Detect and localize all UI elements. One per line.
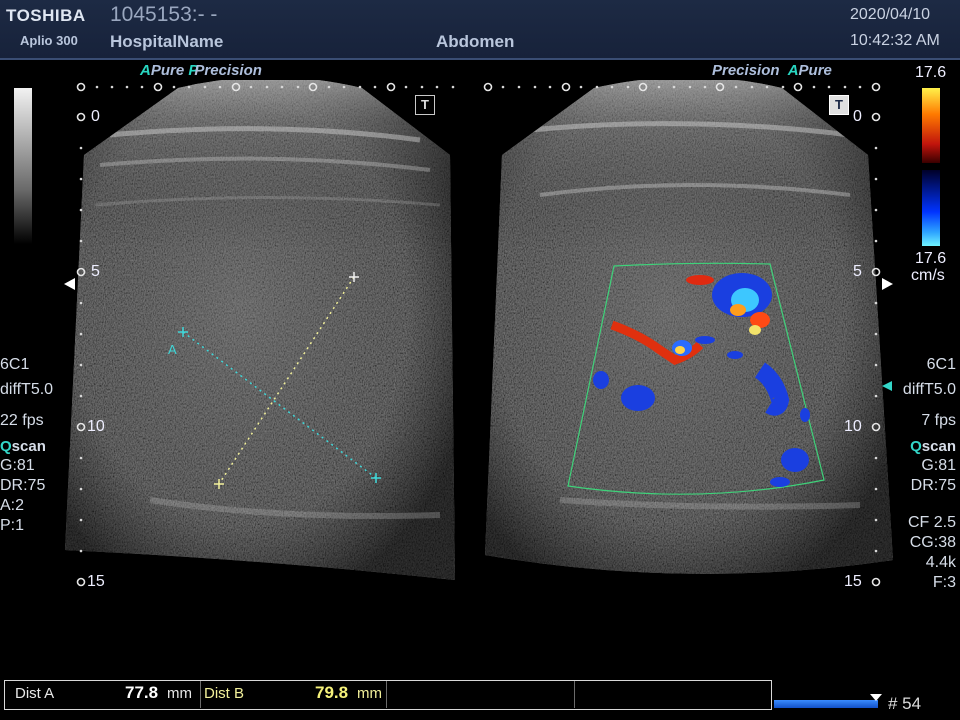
- color-scale-negative: [922, 170, 940, 246]
- left-fps: 22 fps: [0, 412, 44, 429]
- system-model: Aplio 300: [20, 33, 78, 48]
- exam-type: Abdomen: [436, 32, 515, 51]
- measurement-bar: Dist A 77.8 mm Dist B 79.8 mm: [4, 680, 772, 710]
- right-fps: 7 fps: [921, 412, 956, 429]
- left-image-mode-tag: APure PPrecision: [140, 62, 262, 79]
- left-dynamic-range: DR:75: [0, 477, 46, 494]
- cine-progress-bar[interactable]: [774, 700, 878, 708]
- patient-id: 1045153:- -: [110, 3, 218, 26]
- dist-a-label: Dist A: [15, 685, 55, 702]
- right-color-gain: CG:38: [909, 534, 956, 551]
- right-depth-0: 0: [853, 108, 862, 125]
- left-p-param: P:1: [0, 517, 25, 534]
- ultrasound-viewport[interactable]: [0, 60, 960, 680]
- color-scale-unit: cm/s: [911, 267, 945, 284]
- left-depth-5: 5: [91, 263, 100, 280]
- dist-b-value: 79.8: [315, 683, 349, 702]
- dist-b-cell[interactable]: Dist B 79.8 mm: [200, 681, 387, 708]
- right-prf: 4.4k: [925, 554, 956, 571]
- focus-left-icon[interactable]: [64, 278, 75, 290]
- dist-a-cell[interactable]: Dist A 77.8 mm: [5, 681, 201, 708]
- left-gain: G:81: [0, 457, 35, 474]
- color-scale-bottom-value: 17.6: [915, 250, 947, 267]
- exam-date: 2020/04/10: [850, 6, 931, 23]
- right-color-doppler-image[interactable]: [480, 80, 900, 590]
- right-depth-5: 5: [853, 263, 862, 280]
- exam-time: 10:42:32 AM: [850, 32, 940, 49]
- left-bmode-image[interactable]: [60, 80, 460, 590]
- brand-logo: TOSHIBA: [6, 6, 86, 25]
- focus-right-icon[interactable]: [882, 278, 893, 290]
- right-dynamic-range: DR:75: [910, 477, 956, 494]
- right-depth-10: 10: [844, 418, 862, 435]
- right-filter: F:3: [932, 574, 956, 591]
- grayscale-bar: [14, 88, 32, 244]
- color-scale-top-value: 17.6: [915, 64, 947, 81]
- left-preset: diffT5.0: [0, 381, 54, 398]
- left-image-t-icon[interactable]: T: [415, 95, 435, 115]
- right-qscan: Qscan: [910, 438, 956, 455]
- left-depth-10: 10: [87, 418, 105, 435]
- cine-frame-number: # 54: [888, 694, 922, 713]
- measurement-cell-empty-1[interactable]: [386, 681, 575, 708]
- dist-a-value: 77.8: [125, 683, 159, 702]
- left-qscan: Qscan: [0, 438, 46, 455]
- header-bar: TOSHIBA Aplio 300 1045153:- - HospitalNa…: [0, 0, 960, 60]
- right-gain: G:81: [921, 457, 956, 474]
- right-image-t-icon[interactable]: T: [829, 95, 849, 115]
- measurement-cell-empty-2[interactable]: [574, 681, 769, 708]
- color-baseline-icon: [882, 381, 892, 391]
- dist-b-label: Dist B: [204, 685, 245, 702]
- left-a-param: A:2: [0, 497, 25, 514]
- right-preset: diffT5.0: [902, 381, 956, 398]
- dist-b-unit: mm: [357, 685, 382, 702]
- right-image-mode-tag: Precision APure: [712, 62, 832, 79]
- right-depth-15: 15: [844, 573, 862, 590]
- right-color-frequency: CF 2.5: [907, 514, 956, 531]
- cine-marker-icon[interactable]: [870, 694, 882, 702]
- left-depth-15: 15: [87, 573, 105, 590]
- dist-a-unit: mm: [167, 685, 192, 702]
- hospital-name: HospitalName: [110, 32, 224, 51]
- left-depth-0: 0: [91, 108, 100, 125]
- color-scale-positive: [922, 88, 940, 163]
- caliper-a-label: A: [168, 342, 177, 357]
- left-probe: 6C1: [0, 356, 30, 373]
- right-probe: 6C1: [926, 356, 956, 373]
